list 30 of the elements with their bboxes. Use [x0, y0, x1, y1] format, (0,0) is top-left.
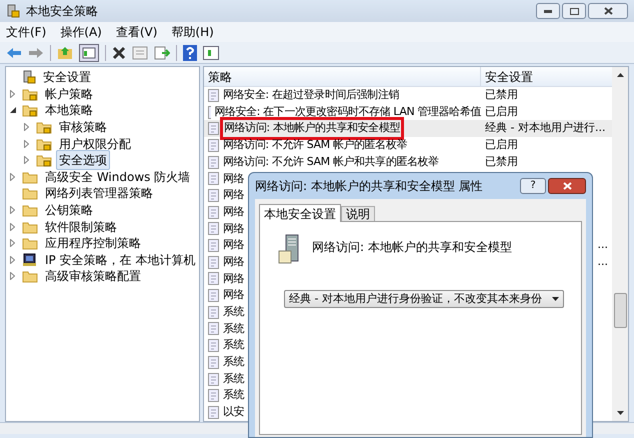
setting-value: 已启用 — [485, 104, 518, 120]
window-title: 本地安全策略 — [26, 3, 98, 20]
dialog-title: 网络访问: 本地帐户的共享和安全模型 属性 — [255, 178, 483, 195]
setting-value: 已启用 — [485, 137, 518, 154]
policy-name: 系统 — [223, 354, 244, 370]
policy-name: 系统 — [223, 370, 244, 387]
policy-name: 以安 — [223, 404, 244, 420]
policy-name: 网络 — [223, 254, 244, 270]
policy-name: 网络访问: 本地帐户的共享和安全模型 — [223, 120, 402, 137]
policy-name: 系统 — [223, 304, 244, 320]
policy-name: 系统 — [223, 337, 244, 354]
setting-value: 经典 - 对本地用户进行... — [485, 120, 606, 136]
policy-name: 网络 — [223, 220, 244, 237]
policy-name: 网络 — [223, 170, 244, 187]
policy-name: 网络安全: 在超过登录时间后强制注销 — [223, 87, 400, 104]
policy-name: 网络访问: 本地帐户的共享和安全模型 — [312, 239, 512, 256]
policy-name: 网络访问: 不允许 SAM 帐户和共享的匿名枚举 — [223, 154, 439, 170]
policy-name: 系统 — [223, 320, 244, 337]
policy-name: 系统 — [223, 387, 244, 404]
setting-value: ... — [598, 237, 608, 254]
policy-name: 网络 — [223, 237, 244, 254]
policy-name: 网络安全: 在下一次更改密码时不存储 LAN 管理器哈希值 — [214, 104, 481, 120]
policy-name: 网络 — [223, 187, 244, 204]
policy-name: 网络 — [223, 287, 244, 304]
setting-value: 已禁用 — [485, 154, 518, 170]
policy-name: 网络 — [223, 270, 244, 287]
policy-name: 网络 — [223, 204, 244, 220]
setting-value: ... — [598, 254, 608, 270]
setting-value: 已禁用 — [485, 87, 518, 104]
policy-name: 网络访问: 不允许 SAM 帐户的匿名枚举 — [223, 137, 407, 154]
